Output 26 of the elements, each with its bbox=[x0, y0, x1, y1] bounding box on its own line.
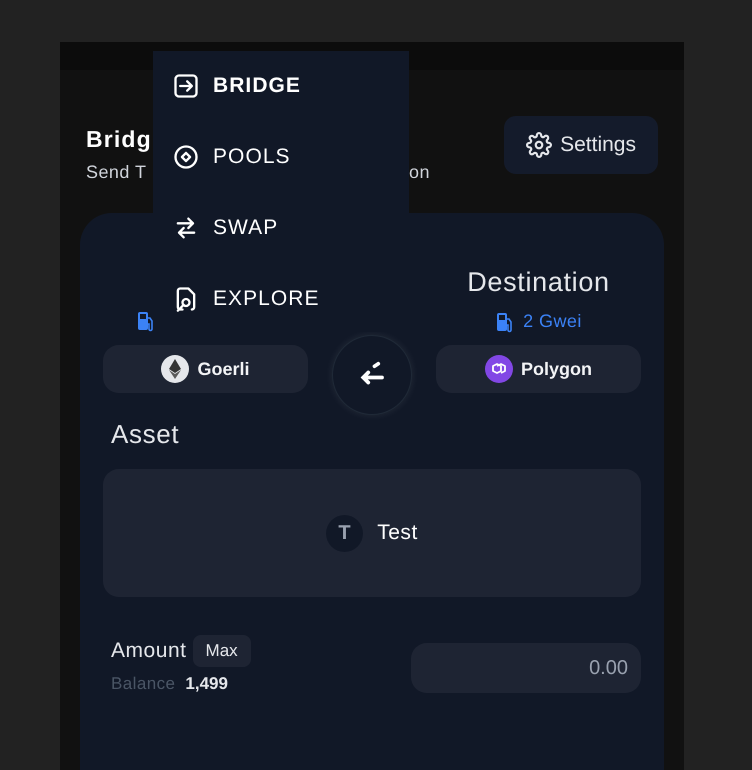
amount-label: Amount bbox=[111, 638, 187, 664]
menu-item[interactable]: EXPLORE bbox=[172, 285, 320, 313]
menu-item[interactable]: POOLS bbox=[172, 143, 291, 171]
gear-icon bbox=[526, 132, 552, 158]
balance-value: 1,499 bbox=[185, 673, 228, 695]
amount-input[interactable]: 0.00 bbox=[411, 643, 641, 693]
menu-item[interactable]: BRIDGE bbox=[172, 72, 301, 100]
arrow-box-icon bbox=[172, 72, 200, 100]
gas-price: 2 Gwei bbox=[523, 310, 582, 333]
page-subtitle: Send T bbox=[86, 163, 148, 181]
origin-chain-button[interactable]: Goerli bbox=[103, 345, 308, 393]
asset-selector[interactable]: T Test bbox=[103, 469, 641, 597]
token-avatar: T bbox=[326, 514, 364, 552]
settings-button[interactable]: Settings bbox=[504, 116, 658, 174]
page-subtitle: on bbox=[409, 163, 430, 181]
diamond-logo-icon bbox=[161, 355, 190, 383]
destination-chain-button[interactable]: Polygon bbox=[436, 345, 641, 393]
diamond-circle-icon bbox=[172, 143, 200, 171]
page-title: Bridg bbox=[86, 128, 152, 151]
max-button[interactable]: Max bbox=[192, 635, 251, 667]
chain-link-logo-icon bbox=[485, 355, 513, 383]
menu-item[interactable]: SWAP bbox=[172, 214, 278, 242]
destination-title: Destination bbox=[467, 269, 610, 296]
balance-label: Balance bbox=[111, 673, 176, 695]
token-name: Test bbox=[377, 520, 418, 546]
asset-label: Asset bbox=[111, 421, 180, 447]
